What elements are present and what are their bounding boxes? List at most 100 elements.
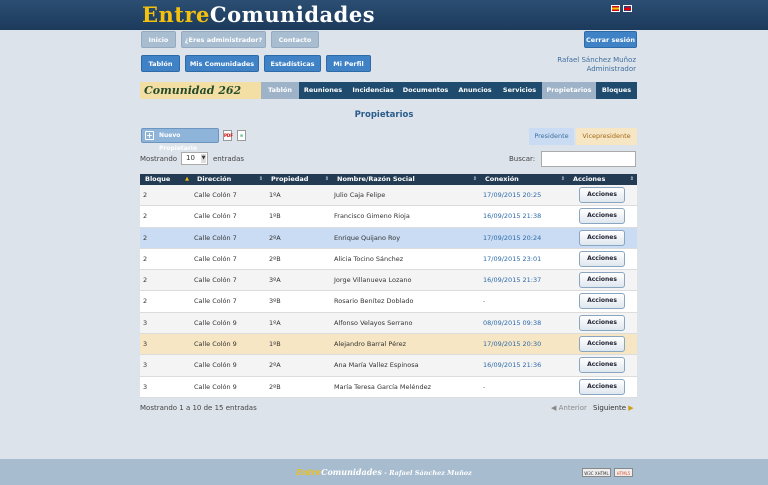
actions-button[interactable]: Acciones xyxy=(579,187,625,203)
table-info: Mostrando 1 a 10 de 15 entradas xyxy=(140,404,257,412)
column-acciones[interactable]: Acciones ⇕ xyxy=(568,174,637,185)
actions-button[interactable]: Acciones xyxy=(579,250,625,267)
sort-icon: ⇕ xyxy=(324,176,329,182)
new-owner-button[interactable]: + Nuevo Propietario xyxy=(141,128,219,152)
cell-direccion: Calle Colón 7 xyxy=(194,276,237,285)
user-role: Administrador xyxy=(586,65,636,73)
cell-propiedad: 2ºB xyxy=(269,254,281,263)
nav-estadisticas-button[interactable]: Estadísticas xyxy=(264,55,321,72)
sort-icon: ⇕ xyxy=(560,176,565,182)
pdf-export-icon[interactable]: PDF xyxy=(223,130,233,141)
table-row-vicepresident: 3 Calle Colón 9 1ºB Alejandro Barral Pér… xyxy=(140,334,637,356)
cell-conexion: 17/09/2015 23:01 xyxy=(483,254,542,263)
brand-logo[interactable]: EntreComunidades xyxy=(142,2,375,27)
cell-conexion: 17/09/2015 20:25 xyxy=(483,191,542,199)
community-nav: Comunidad 262 Tablón Reuniones Incidenci… xyxy=(140,82,637,99)
cell-bloque: 2 xyxy=(143,297,148,306)
english-flag-icon[interactable] xyxy=(623,5,632,12)
actions-button[interactable]: Acciones xyxy=(579,229,625,246)
cell-propiedad: 2ºA xyxy=(269,361,281,370)
tab-servicios[interactable]: Servicios xyxy=(498,82,541,99)
cell-nombre: Alfonso Velayos Serrano xyxy=(334,318,413,327)
brand-part2: Comunidades xyxy=(209,2,376,27)
owners-table: Bloque ▲ Dirección ⇕ Propiedad ⇕ Nombre/Raz… xyxy=(140,174,637,398)
column-propiedad-label: Propiedad xyxy=(271,175,309,183)
cell-bloque: 2 xyxy=(143,254,148,263)
cell-propiedad: 3ºB xyxy=(269,297,281,306)
cell-propiedad: 3ºA xyxy=(269,276,281,285)
cell-bloque: 2 xyxy=(143,212,148,221)
cell-nombre: Jorge Villanueva Lozano xyxy=(334,276,412,285)
nav-tablon-button[interactable]: Tablón xyxy=(141,55,180,72)
language-switcher xyxy=(611,5,632,12)
cell-nombre: Alejandro Barral Pérez xyxy=(334,340,407,349)
cell-nombre: Enrique Quijano Roy xyxy=(334,233,401,242)
pager-next[interactable]: Siguiente ▶ xyxy=(593,404,634,412)
column-bloque[interactable]: Bloque ▲ xyxy=(140,174,192,185)
cell-direccion: Calle Colón 7 xyxy=(194,233,237,242)
cell-conexion: 08/09/2015 09:38 xyxy=(483,318,542,327)
tab-documentos[interactable]: Documentos xyxy=(399,82,452,99)
tab-bloques[interactable]: Bloques xyxy=(596,82,637,99)
cell-propiedad: 2ºA xyxy=(269,233,281,242)
sort-icon: ⇕ xyxy=(629,176,634,182)
search-input[interactable] xyxy=(541,151,636,167)
show-label: Mostrando xyxy=(140,155,178,163)
nav-mi-perfil-button[interactable]: Mi Perfil xyxy=(326,55,371,72)
nav-inicio-button[interactable]: Inicio xyxy=(141,31,176,48)
actions-button[interactable]: Acciones xyxy=(579,208,625,225)
column-direccion[interactable]: Dirección ⇕ xyxy=(192,174,266,185)
sort-icon: ⇕ xyxy=(472,176,477,182)
chevron-right-icon: ▶ xyxy=(628,404,634,412)
tab-incidencias[interactable]: Incidencias xyxy=(347,82,399,99)
tab-tablon[interactable]: Tablón xyxy=(261,82,299,99)
cell-direccion: Calle Colón 7 xyxy=(194,212,237,221)
column-propiedad[interactable]: Propiedad ⇕ xyxy=(266,174,332,185)
nav-contacto-button[interactable]: Contacto xyxy=(271,31,319,48)
cell-direccion: Calle Colón 9 xyxy=(194,340,237,349)
nav-administrador-button[interactable]: ¿Eres administrador? xyxy=(181,31,266,48)
cell-direccion: Calle Colón 9 xyxy=(194,382,237,391)
cell-direccion: Calle Colón 9 xyxy=(194,318,237,327)
page-title: Propietarios xyxy=(354,110,414,120)
column-nombre[interactable]: Nombre/Razón Social ⇕ xyxy=(332,174,480,185)
actions-button[interactable]: Acciones xyxy=(579,357,625,374)
table-row: 2 Calle Colón 7 3ºA Jorge Villanueva Loz… xyxy=(140,270,637,292)
cell-propiedad: 1ºA xyxy=(269,191,281,199)
tab-propietarios[interactable]: Propietarios xyxy=(542,82,596,99)
html5-badge-icon[interactable]: HTML5 xyxy=(614,468,633,477)
spanish-flag-icon[interactable] xyxy=(611,5,620,12)
cell-conexion: 16/09/2015 21:37 xyxy=(483,276,542,285)
cell-bloque: 2 xyxy=(143,233,148,242)
pager-prev[interactable]: ◀ Anterior xyxy=(551,404,587,412)
cell-bloque: 2 xyxy=(143,191,148,199)
actions-button[interactable]: Acciones xyxy=(579,293,625,310)
brand-part1: Entre xyxy=(142,2,210,27)
actions-button[interactable]: Acciones xyxy=(579,336,625,353)
column-conexion[interactable]: Conexión ⇕ xyxy=(480,174,568,185)
document-export-icon[interactable]: ≡ xyxy=(237,130,246,141)
entries-value: 10 xyxy=(186,154,195,162)
tab-anuncios[interactable]: Anuncios xyxy=(452,82,498,99)
entries-select[interactable]: 10 ▼ xyxy=(181,152,208,165)
cell-direccion: Calle Colón 7 xyxy=(194,254,237,263)
cell-bloque: 2 xyxy=(143,276,148,285)
w3c-badge-icon[interactable]: W3C XHTML xyxy=(582,468,611,477)
cell-nombre: Rosario Benítez Doblado xyxy=(334,297,414,306)
actions-button[interactable]: Acciones xyxy=(579,272,625,289)
cell-bloque: 3 xyxy=(143,318,148,327)
logout-button[interactable]: Cerrar sesión xyxy=(584,31,637,48)
cell-direccion: Calle Colón 7 xyxy=(194,297,237,306)
actions-button[interactable]: Acciones xyxy=(579,314,625,331)
nav-mis-comunidades-button[interactable]: Mis Comunidades xyxy=(185,55,259,72)
footer-brand1: Entre xyxy=(296,467,322,477)
cell-direccion: Calle Colón 9 xyxy=(194,361,237,370)
column-bloque-label: Bloque xyxy=(145,175,171,183)
user-name[interactable]: Rafael Sánchez Muñoz xyxy=(557,56,636,65)
footer-credit: EntreComunidades - Rafael Sánchez Muñoz xyxy=(0,467,768,477)
table-row: 2 Calle Colón 7 1ºA Julio Caja Felipe 17… xyxy=(140,185,637,207)
page-footer: EntreComunidades - Rafael Sánchez Muñoz … xyxy=(0,459,768,485)
tab-reuniones[interactable]: Reuniones xyxy=(299,82,347,99)
chevron-left-icon: ◀ xyxy=(551,404,557,412)
actions-button[interactable]: Acciones xyxy=(579,378,625,395)
